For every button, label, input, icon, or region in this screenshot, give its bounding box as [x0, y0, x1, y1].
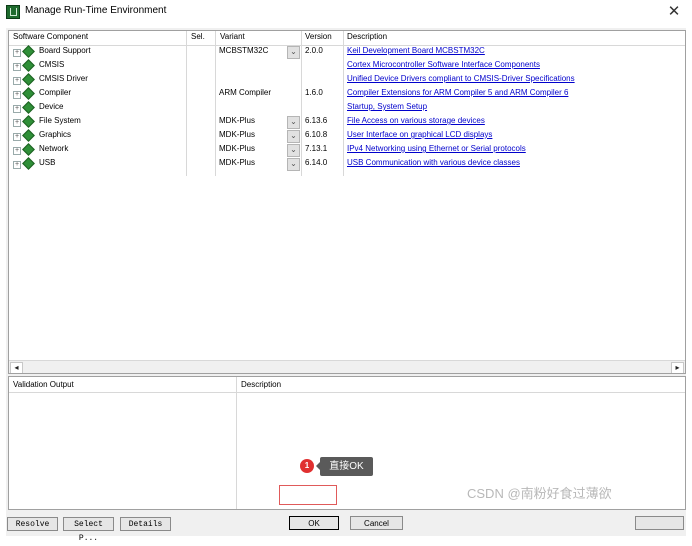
table-row[interactable]: + CMSIS Cortex Microcontroller Software In… — [9, 59, 685, 73]
title-bar: Manage Run-Time Environment ✕ — [0, 0, 692, 24]
description-link[interactable]: User Interface on graphical LCD displays — [347, 130, 492, 139]
component-name: Device — [39, 102, 64, 111]
variant-cell — [216, 73, 300, 87]
chevron-down-icon[interactable]: ⌄ — [287, 144, 300, 157]
version-value: 7.13.1 — [305, 144, 328, 153]
variant-value: ARM Compiler — [219, 88, 272, 97]
ok-button[interactable]: OK — [289, 516, 339, 530]
description-link[interactable]: USB Communication with various device cl… — [347, 158, 520, 167]
chevron-down-icon[interactable]: ⌄ — [287, 46, 300, 59]
variant-cell[interactable]: MDK-Plus ⌄ — [216, 129, 300, 143]
ok-highlight-frame — [279, 485, 337, 505]
component-name: Board Support — [39, 46, 91, 55]
component-name: CMSIS Driver — [39, 74, 88, 83]
version-value: 1.6.0 — [305, 88, 323, 97]
component-icon — [22, 45, 35, 58]
component-icon — [22, 157, 35, 170]
variant-value: MDK-Plus — [219, 144, 256, 153]
description-link[interactable]: Compiler Extensions for ARM Compiler 5 a… — [347, 88, 568, 97]
component-icon — [22, 101, 35, 114]
table-row[interactable]: + Compiler ARM Compiler 1.6.0 Compiler Exten… — [9, 87, 685, 101]
table-row[interactable]: + Board Support MCBSTM32C ⌄ 2.0.0 Keil Develo… — [9, 45, 685, 59]
header-sel[interactable]: Sel. — [191, 32, 205, 41]
version-value: 6.14.0 — [305, 158, 328, 167]
header-software-component[interactable]: Software Component — [13, 32, 88, 41]
description-link[interactable]: Cortex Microcontroller Software Interfac… — [347, 60, 540, 69]
chevron-down-icon[interactable]: ⌄ — [287, 116, 300, 129]
component-name: Compiler — [39, 88, 72, 97]
expand-icon[interactable]: + — [13, 49, 21, 57]
variant-value: MDK-Plus — [219, 116, 256, 125]
table-row[interactable]: + CMSIS Driver Unified Device Drivers comp… — [9, 73, 685, 87]
variant-cell[interactable]: MDK-Plus ⌄ — [216, 115, 300, 129]
table-row[interactable]: + Network MDK-Plus ⌄ 7.13.1 IPv4 Networking u… — [9, 143, 685, 157]
app-icon — [6, 5, 20, 19]
expand-icon[interactable]: + — [13, 77, 21, 85]
annotation-label: 直接OK — [320, 457, 373, 476]
expand-icon[interactable]: + — [13, 133, 21, 141]
scroll-right-icon[interactable]: ▸ — [671, 362, 684, 373]
horizontal-scrollbar[interactable]: ◂ ▸ — [9, 360, 685, 373]
variant-value: MDK-Plus — [219, 158, 256, 167]
description-link[interactable]: Unified Device Drivers compliant to CMSI… — [347, 74, 575, 83]
component-name: CMSIS — [39, 60, 65, 69]
description-link[interactable]: File Access on various storage devices — [347, 116, 485, 125]
resolve-button[interactable]: Resolve — [7, 517, 58, 531]
expand-icon[interactable]: + — [13, 105, 21, 113]
close-button[interactable]: ✕ — [656, 0, 692, 24]
validation-header: Validation Output Description — [9, 377, 685, 393]
variant-cell: ARM Compiler — [216, 87, 300, 101]
help-button[interactable] — [635, 516, 684, 530]
component-name: Network — [39, 144, 69, 153]
chevron-down-icon[interactable]: ⌄ — [287, 130, 300, 143]
header-validation-output: Validation Output — [13, 380, 74, 389]
table-row[interactable]: + Graphics MDK-Plus ⌄ 6.10.8 User Interface o… — [9, 129, 685, 143]
chevron-down-icon[interactable]: ⌄ — [287, 158, 300, 171]
select-packs-button[interactable]: Select P... — [63, 517, 114, 543]
version-value: 2.0.0 — [305, 46, 323, 55]
variant-cell[interactable]: MCBSTM32C ⌄ — [216, 45, 300, 59]
description-link[interactable]: Startup, System Setup — [347, 102, 427, 111]
table-header: Software Component Sel. Variant Version … — [9, 31, 685, 46]
column-divider — [236, 377, 237, 509]
header-validation-description: Description — [241, 380, 282, 389]
table-row[interactable]: + USB MDK-Plus ⌄ 6.14.0 USB Communication wit… — [9, 157, 685, 171]
variant-cell — [216, 101, 300, 115]
header-description[interactable]: Description — [347, 32, 387, 41]
component-name: File System — [39, 116, 81, 125]
variant-cell[interactable]: MDK-Plus ⌄ — [216, 143, 300, 157]
variant-cell — [216, 59, 300, 73]
variant-value: MDK-Plus — [219, 130, 256, 139]
variant-cell[interactable]: MDK-Plus ⌄ — [216, 157, 300, 171]
cancel-button[interactable]: Cancel — [350, 516, 403, 530]
version-value: 6.13.6 — [305, 116, 328, 125]
component-table: Software Component Sel. Variant Version … — [8, 30, 686, 374]
details-button[interactable]: Details — [120, 517, 171, 531]
table-row[interactable]: + Device Startup, System Setup — [9, 101, 685, 115]
scroll-left-icon[interactable]: ◂ — [10, 362, 23, 373]
description-link[interactable]: IPv4 Networking using Ethernet or Serial… — [347, 144, 526, 153]
header-version[interactable]: Version — [305, 32, 332, 41]
header-variant[interactable]: Variant — [220, 32, 245, 41]
component-name: USB — [39, 158, 56, 167]
window-title: Manage Run-Time Environment — [25, 5, 167, 16]
description-link[interactable]: Keil Development Board MCBSTM32C — [347, 46, 485, 55]
expand-icon[interactable]: + — [13, 91, 21, 99]
component-icon — [22, 73, 35, 86]
table-row[interactable]: + File System MDK-Plus ⌄ 6.13.6 File Access o… — [9, 115, 685, 129]
version-value: 6.10.8 — [305, 130, 328, 139]
annotation-number: 1 — [300, 459, 314, 473]
expand-icon[interactable]: + — [13, 161, 21, 169]
component-name: Graphics — [39, 130, 72, 139]
component-icon — [22, 115, 35, 128]
component-icon — [22, 129, 35, 142]
watermark: CSDN @南粉好食过薄欲 — [467, 486, 612, 501]
component-icon — [22, 59, 35, 72]
expand-icon[interactable]: + — [13, 63, 21, 71]
component-icon — [22, 87, 35, 100]
expand-icon[interactable]: + — [13, 147, 21, 155]
component-icon — [22, 143, 35, 156]
variant-value: MCBSTM32C — [219, 46, 269, 55]
expand-icon[interactable]: + — [13, 119, 21, 127]
